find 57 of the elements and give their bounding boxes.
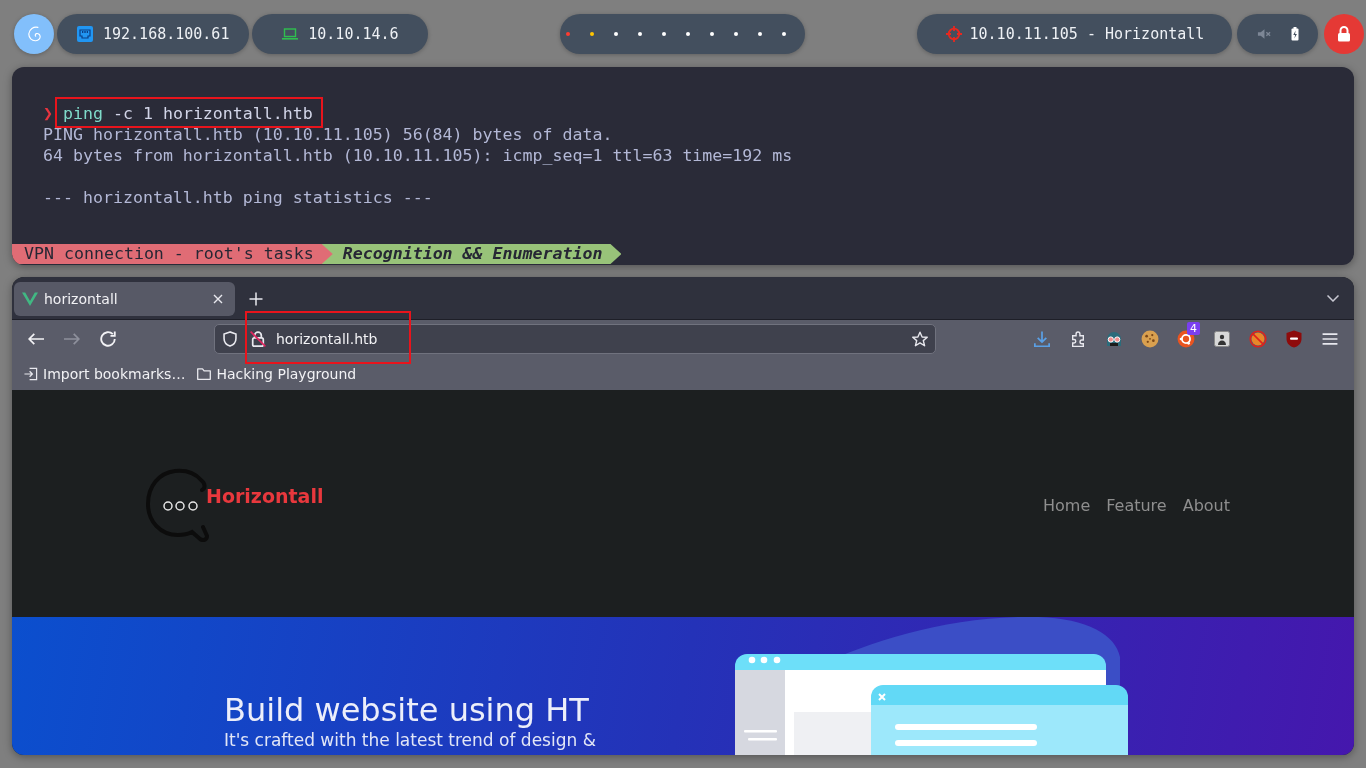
output-line: --- horizontall.htb ping statistics --- xyxy=(43,187,433,208)
shield-icon[interactable] xyxy=(1285,330,1303,348)
crosshair-icon xyxy=(945,26,962,42)
reload-icon[interactable] xyxy=(100,331,116,347)
status-segment: Recognition && Enumeration xyxy=(321,244,622,264)
prompt-symbol: ❯ xyxy=(43,104,53,123)
command-text: ping -c 1 horizontall.htb xyxy=(63,104,313,123)
import-icon xyxy=(24,367,38,381)
laptop-icon xyxy=(282,26,299,42)
portrait-icon[interactable] xyxy=(1214,331,1230,347)
puzzle-icon[interactable] xyxy=(1070,331,1086,347)
workspace-dot-icon[interactable] xyxy=(662,32,667,36)
bookmark-item[interactable]: Hacking Playground xyxy=(197,366,357,382)
folder-icon xyxy=(197,367,212,381)
workspace-dot-icon[interactable] xyxy=(686,32,691,36)
star-icon[interactable] xyxy=(912,331,928,347)
launcher-button[interactable] xyxy=(14,14,54,54)
cookie-icon[interactable] xyxy=(1141,330,1159,348)
nav-link[interactable]: Home xyxy=(1042,495,1091,515)
back-icon[interactable] xyxy=(28,331,44,347)
battery-icon xyxy=(1290,27,1299,41)
output-line: PING horizontall.htb (10.10.11.105) 56(84) bytes of data. xyxy=(43,124,613,145)
v-icon xyxy=(22,291,38,307)
workspace-dot-icon[interactable] xyxy=(614,32,619,36)
menu-icon[interactable] xyxy=(1322,331,1338,347)
output-line: 64 bytes from horizontall.htb (10.10.11.105): icmp_seq=1 ttl=63 time=192 ms xyxy=(43,145,793,166)
bookmark-item[interactable]: Import bookmarks… xyxy=(24,366,186,382)
lock-button[interactable] xyxy=(1324,14,1365,54)
ethernet-port-icon xyxy=(77,26,93,42)
masked-face-icon[interactable] xyxy=(1105,330,1123,348)
close-icon[interactable] xyxy=(213,294,223,304)
brand-name: Horizontall xyxy=(206,484,324,508)
plus-icon[interactable] xyxy=(249,292,263,306)
workspace-dot-icon[interactable] xyxy=(590,32,595,36)
shield-icon xyxy=(222,331,238,347)
hero-title: Build website using HT xyxy=(224,691,590,729)
workspace-dot-icon[interactable] xyxy=(638,32,643,36)
blocked-circle-icon[interactable] xyxy=(1249,330,1267,348)
status-segment: VPN connection - root's tasks xyxy=(12,244,333,264)
target-label: 10.10.11.105 - Horizontall xyxy=(969,25,1205,43)
chevron-down-icon[interactable] xyxy=(1327,295,1339,302)
browser-tab[interactable]: horizontall xyxy=(14,282,235,316)
nav-link[interactable]: About xyxy=(1182,495,1230,515)
hero-subtitle: It's crafted with the latest trend of design & xyxy=(224,730,597,751)
notification-count: 4 xyxy=(1187,322,1200,335)
workspace-dot-icon[interactable] xyxy=(782,32,787,36)
workspace-dot-icon[interactable] xyxy=(734,32,739,36)
nav-link[interactable]: Feature xyxy=(1106,495,1167,515)
swirl-icon xyxy=(27,26,41,42)
crossed-lock-icon xyxy=(250,331,266,347)
workspace-dot-icon[interactable] xyxy=(758,32,763,36)
ip-address: 192.168.100.61 xyxy=(103,25,230,43)
lock-icon xyxy=(1336,26,1353,42)
workspace-dot-icon[interactable] xyxy=(566,32,571,36)
workspace-dot-icon[interactable] xyxy=(710,32,715,36)
address-field[interactable]: horizontall.htb xyxy=(214,324,936,354)
ip-address: 10.10.14.6 xyxy=(308,25,399,43)
